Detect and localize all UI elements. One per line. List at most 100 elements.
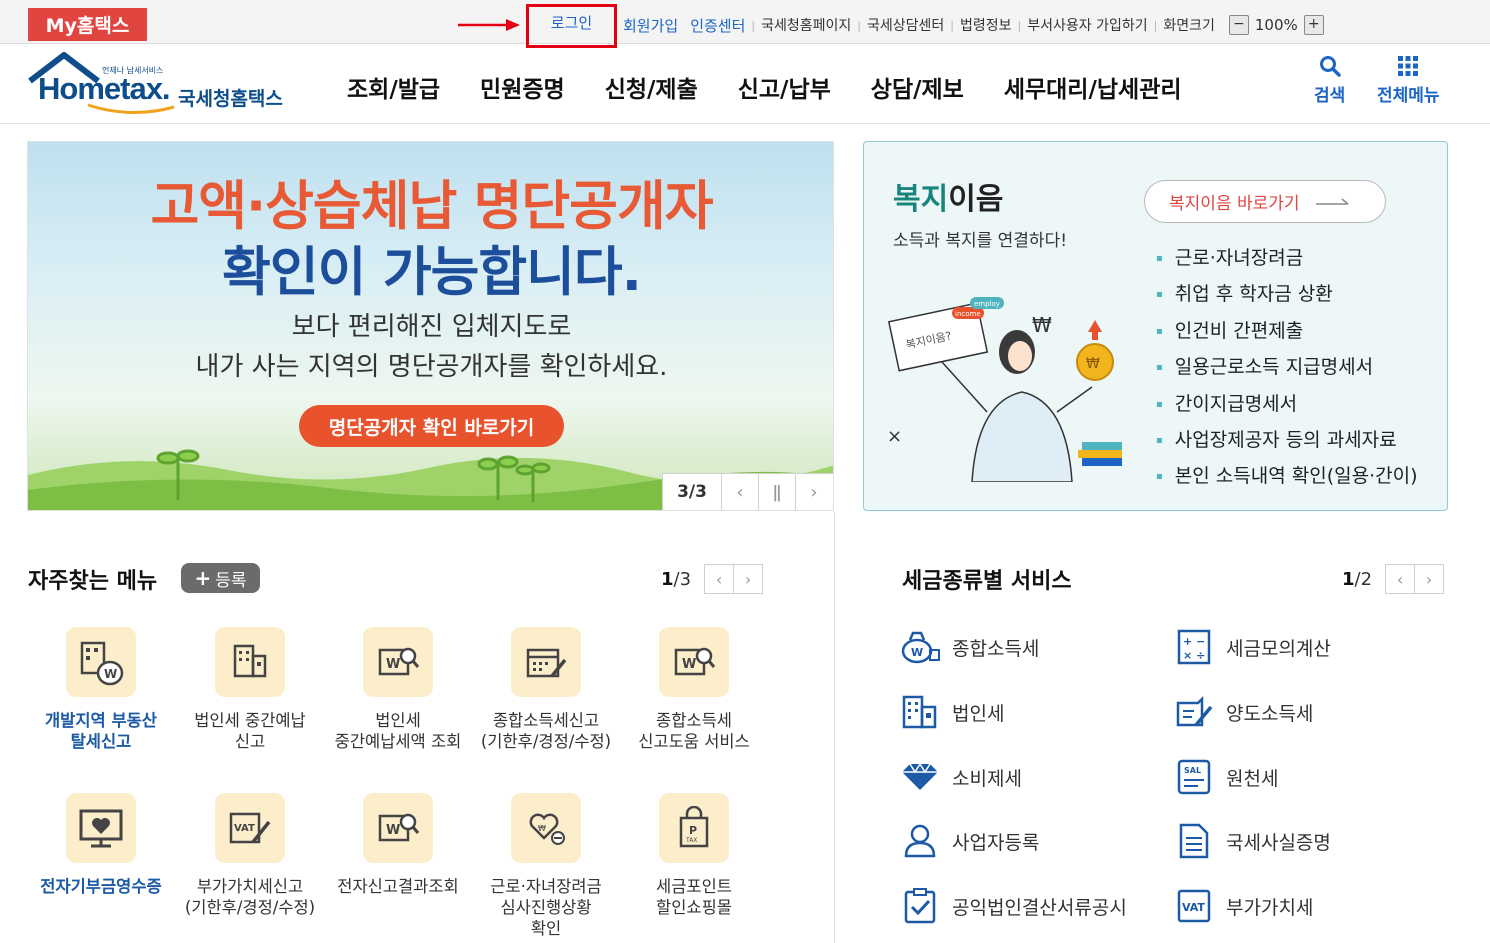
top-utility-bar: My홈택스 회원가입 인증센터 | 국세청홈페이지 | 국세상담센터 | 법령정… — [0, 0, 1490, 44]
hometax-logo[interactable]: 언제나 납세서비스 Hometax. 국세청홈택스 — [26, 51, 296, 115]
banner-pause-button[interactable]: ǁ — [758, 474, 795, 510]
svg-text:₩: ₩ — [1086, 356, 1100, 372]
favorites-page-total: /3 — [673, 568, 692, 590]
welfare-item[interactable]: 인건비 간편제출 — [1156, 313, 1418, 349]
search-button[interactable]: 검색 — [1314, 55, 1345, 106]
welfare-item[interactable]: 일용근로소득 지급명세서 — [1156, 349, 1418, 385]
svg-text:W: W — [682, 657, 696, 672]
svc-label: 부가가치세 — [1226, 896, 1314, 919]
svc-tax-fact-certificate[interactable]: 국세사실증명 — [1174, 821, 1331, 861]
money-bag-icon: W — [900, 627, 940, 667]
svc-label: 종합소득세 — [952, 637, 1040, 660]
my-hometax-button[interactable]: My홈택스 — [28, 8, 147, 41]
welfare-go-label: 복지이음 바로가기 — [1169, 194, 1300, 214]
document-pen-icon — [1174, 692, 1214, 732]
promo-banner: 고액·상습체납 명단공개자 확인이 가능합니다. 보다 편리해진 입체지도로 내… — [27, 141, 834, 511]
fav-item-corp-interim-inquiry[interactable]: W 법인세 중간예납세액 조회 — [324, 627, 472, 752]
logo-wordmark: Hometax. — [38, 71, 171, 106]
welfare-item[interactable]: 사업장제공자 등의 과세자료 — [1156, 422, 1418, 458]
svc-public-interest-disclosure[interactable]: 공익법인결산서류공시 — [900, 886, 1127, 926]
signup-link[interactable]: 회원가입 — [617, 15, 684, 36]
person-icon — [900, 821, 940, 861]
cert-center-link[interactable]: 인증센터 — [684, 15, 751, 36]
all-menu-button[interactable]: 전체메뉴 — [1377, 55, 1440, 106]
calculator-icon: + − × ÷ — [1174, 627, 1214, 667]
banner-next-button[interactable]: › — [795, 474, 832, 510]
nav-tax-agent[interactable]: 세무대리/납세관리 — [1004, 70, 1182, 104]
svg-text:P: P — [689, 824, 697, 837]
svg-text:W: W — [911, 646, 923, 659]
tax-services-next-button[interactable]: › — [1414, 564, 1445, 594]
logo-swoosh-icon — [87, 103, 175, 114]
favorites-register-button[interactable]: + 등록 — [181, 563, 260, 593]
svc-corporate-tax[interactable]: 법인세 — [900, 692, 1004, 732]
zoom-out-button[interactable]: − — [1228, 15, 1249, 35]
tax-services-pager: 1/2 ‹ › — [1342, 564, 1445, 594]
nav-civil-certificate[interactable]: 민원증명 — [480, 70, 565, 104]
fav-item-eitc-progress[interactable]: ₩ 근로·자녀장려금 심사진행상황 확인 — [472, 793, 620, 939]
welfare-item[interactable]: 취업 후 학자금 상환 — [1156, 276, 1418, 312]
banner-controls: 3/3 ‹ ǁ › — [662, 473, 833, 510]
fav-item-dev-realestate[interactable]: W 개발지역 부동산 탈세신고 — [27, 627, 175, 752]
favorites-title: 자주찾는 메뉴 — [28, 569, 158, 594]
favorites-prev-button[interactable]: ‹ — [704, 564, 735, 594]
law-info-link[interactable]: 법령정보 — [954, 15, 1018, 35]
welfare-title-b: 이음 — [948, 182, 1004, 217]
svc-withholding-tax[interactable]: SAL 원천세 — [1174, 757, 1278, 797]
fav-item-income-tax-help[interactable]: W 종합소득세 신고도움 서비스 — [620, 627, 768, 752]
consult-center-link[interactable]: 국세상담센터 — [861, 15, 950, 35]
search-icon — [1319, 56, 1341, 77]
svc-capital-gains-tax[interactable]: 양도소득세 — [1174, 692, 1313, 732]
favorites-next-button[interactable]: › — [733, 564, 764, 594]
svc-label: 법인세 — [952, 702, 1005, 725]
banner-subtitle-line2: 내가 사는 지역의 명단공개자를 확인하세요. — [195, 352, 668, 382]
svg-text:VAT: VAT — [234, 823, 255, 834]
nav-consult-report[interactable]: 상담/제보 — [871, 70, 964, 104]
tax-page-total: /2 — [1354, 568, 1373, 590]
svc-label: 원천세 — [1226, 767, 1279, 790]
svc-consumption-tax[interactable]: 소비제세 — [900, 757, 1022, 797]
svg-text:TAX: TAX — [685, 837, 697, 844]
welfare-illustration: 복지이음? income employ ₩ ₩ × — [887, 297, 1122, 482]
fav-item-label: 근로·자녀장려금 심사진행상황 확인 — [490, 877, 602, 938]
welfare-go-button[interactable]: 복지이음 바로가기 — [1144, 180, 1386, 223]
fav-item-e-donation-receipt[interactable]: 전자기부금영수증 — [27, 793, 175, 897]
svg-text:W: W — [386, 657, 400, 672]
nts-homepage-link[interactable]: 국세청홈페이지 — [755, 15, 857, 35]
svg-text:SAL: SAL — [1184, 766, 1201, 775]
svc-tax-simulation[interactable]: + − × ÷ 세금모의계산 — [1174, 627, 1331, 667]
illu-tag-income: income — [955, 310, 981, 318]
shopping-bag-icon: P TAX — [659, 793, 729, 863]
nav-inquiry-issue[interactable]: 조회/발급 — [347, 70, 440, 104]
svc-label: 국세사실증명 — [1226, 831, 1331, 854]
fav-item-label: 법인세 중간예납 신고 — [194, 711, 306, 751]
svg-text:₩: ₩ — [538, 824, 546, 833]
nav-apply-submit[interactable]: 신청/제출 — [605, 70, 698, 104]
salary-document-icon: SAL — [1174, 757, 1214, 797]
banner-subtitle-line1: 보다 편리해진 입체지도로 — [291, 312, 572, 342]
zoom-in-button[interactable]: + — [1303, 15, 1324, 35]
tax-services-prev-button[interactable]: ‹ — [1385, 564, 1416, 594]
welfare-title-a: 복지 — [893, 182, 949, 217]
svc-comprehensive-income-tax[interactable]: W 종합소득세 — [900, 627, 1039, 667]
svg-text:VAT: VAT — [1182, 901, 1205, 914]
fav-item-income-tax-report[interactable]: 종합소득세신고 (기한후/경정/수정) — [472, 627, 620, 752]
illu-tag-employ: employ — [974, 300, 1000, 308]
clipboard-check-icon — [900, 886, 940, 926]
welfare-item[interactable]: 본인 소득내역 확인(일용·간이) — [1156, 458, 1418, 494]
logo-korean-name: 국세청홈택스 — [178, 88, 283, 110]
main-nav: 조회/발급 민원증명 신청/제출 신고/납부 상담/제보 세무대리/납세관리 — [347, 70, 1222, 104]
vat-pen-icon: VAT — [215, 793, 285, 863]
fav-item-tax-point-mall[interactable]: P TAX 세금포인트 할인쇼핑몰 — [620, 793, 768, 918]
fav-item-e-filing-result[interactable]: W 전자신고결과조회 — [324, 793, 472, 897]
svc-value-added-tax[interactable]: VAT 부가가치세 — [1174, 886, 1313, 926]
welfare-item[interactable]: 간이지급명세서 — [1156, 386, 1418, 422]
banner-prev-button[interactable]: ‹ — [721, 474, 758, 510]
svc-business-registration[interactable]: 사업자등록 — [900, 821, 1039, 861]
banner-cta-button[interactable]: 명단공개자 확인 바로가기 — [299, 405, 564, 447]
fav-item-corp-interim-report[interactable]: 법인세 중간예납 신고 — [176, 627, 324, 752]
fav-item-vat-report[interactable]: VAT 부가가치세신고 (기한후/경정/수정) — [176, 793, 324, 918]
welfare-item[interactable]: 근로·자녀장려금 — [1156, 240, 1418, 276]
nav-report-pay[interactable]: 신고/납부 — [738, 70, 831, 104]
dept-user-signup-link[interactable]: 부서사용자 가입하기 — [1021, 15, 1153, 35]
